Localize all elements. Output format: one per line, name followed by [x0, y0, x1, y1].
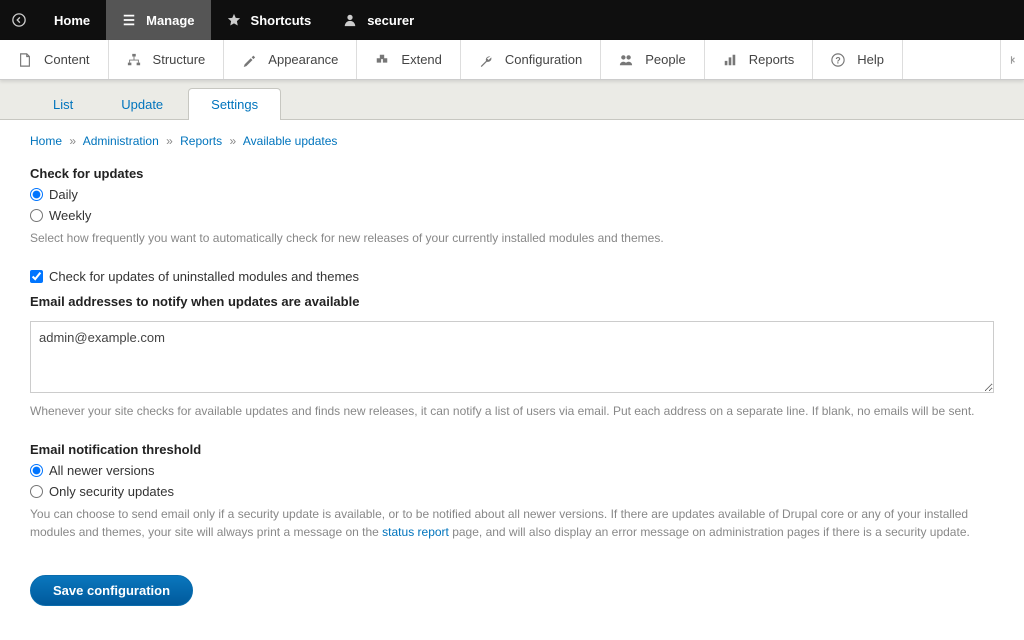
menu-appearance-label: Appearance — [268, 52, 338, 67]
extend-icon — [375, 53, 389, 67]
emails-textarea[interactable] — [30, 321, 994, 393]
reports-icon — [723, 53, 737, 67]
check-updates-label: Check for updates — [30, 166, 994, 181]
menu-content[interactable]: Content — [0, 40, 109, 79]
breadcrumb-available-updates[interactable]: Available updates — [243, 134, 338, 148]
status-report-link[interactable]: status report — [382, 525, 449, 539]
check-uninstalled-checkbox[interactable] — [30, 270, 43, 283]
content-icon — [18, 53, 32, 67]
home-button[interactable]: Home — [38, 0, 106, 40]
help-icon: ? — [831, 53, 845, 67]
menu-appearance[interactable]: Appearance — [224, 40, 357, 79]
admin-menu: Content Structure Appearance Extend Conf… — [0, 40, 1024, 80]
menu-configuration[interactable]: Configuration — [461, 40, 601, 79]
user-label: securer — [367, 13, 414, 28]
daily-label: Daily — [49, 187, 78, 202]
main-content: Home » Administration » Reports » Availa… — [0, 120, 1024, 620]
breadcrumb: Home » Administration » Reports » Availa… — [30, 134, 994, 148]
people-icon — [619, 53, 633, 67]
top-toolbar: Home Manage Shortcuts securer — [0, 0, 1024, 40]
threshold-security-label: Only security updates — [49, 484, 174, 499]
manage-button[interactable]: Manage — [106, 0, 210, 40]
check-uninstalled-label: Check for updates of uninstalled modules… — [49, 269, 359, 284]
emails-help: Whenever your site checks for available … — [30, 402, 994, 420]
home-label: Home — [54, 13, 90, 28]
shortcuts-button[interactable]: Shortcuts — [211, 0, 328, 40]
menu-people[interactable]: People — [601, 40, 704, 79]
structure-icon — [127, 53, 141, 67]
star-icon — [227, 13, 241, 27]
appearance-icon — [242, 53, 256, 67]
svg-text:?: ? — [836, 55, 841, 65]
daily-radio[interactable] — [30, 188, 43, 201]
tabs-bar: List Update Settings — [0, 80, 1024, 120]
user-button[interactable]: securer — [327, 0, 430, 40]
menu-people-label: People — [645, 52, 685, 67]
menu-structure[interactable]: Structure — [109, 40, 225, 79]
weekly-radio[interactable] — [30, 209, 43, 222]
tab-list[interactable]: List — [30, 88, 96, 120]
menu-structure-label: Structure — [153, 52, 206, 67]
threshold-all-radio[interactable] — [30, 464, 43, 477]
menu-reports-label: Reports — [749, 52, 795, 67]
menu-extend[interactable]: Extend — [357, 40, 460, 79]
menu-reports[interactable]: Reports — [705, 40, 814, 79]
collapse-toggle[interactable] — [1000, 40, 1024, 79]
save-button[interactable]: Save configuration — [30, 575, 193, 606]
threshold-help: You can choose to send email only if a s… — [30, 505, 994, 541]
hamburger-icon — [122, 13, 136, 27]
back-icon — [12, 13, 26, 27]
manage-label: Manage — [146, 13, 194, 28]
menu-configuration-label: Configuration — [505, 52, 582, 67]
breadcrumb-home[interactable]: Home — [30, 134, 62, 148]
menu-help[interactable]: ? Help — [813, 40, 903, 79]
collapse-icon — [1007, 54, 1019, 66]
weekly-label: Weekly — [49, 208, 91, 223]
shortcuts-label: Shortcuts — [251, 13, 312, 28]
emails-label: Email addresses to notify when updates a… — [30, 294, 994, 309]
menu-help-label: Help — [857, 52, 884, 67]
check-help: Select how frequently you want to automa… — [30, 229, 994, 247]
breadcrumb-administration[interactable]: Administration — [83, 134, 159, 148]
user-icon — [343, 13, 357, 27]
threshold-security-radio[interactable] — [30, 485, 43, 498]
threshold-label: Email notification threshold — [30, 442, 994, 457]
tab-update[interactable]: Update — [98, 88, 186, 120]
back-button[interactable] — [0, 0, 38, 40]
threshold-all-label: All newer versions — [49, 463, 155, 478]
menu-content-label: Content — [44, 52, 90, 67]
menu-extend-label: Extend — [401, 52, 441, 67]
breadcrumb-reports[interactable]: Reports — [180, 134, 222, 148]
tab-settings[interactable]: Settings — [188, 88, 281, 120]
configuration-icon — [479, 53, 493, 67]
